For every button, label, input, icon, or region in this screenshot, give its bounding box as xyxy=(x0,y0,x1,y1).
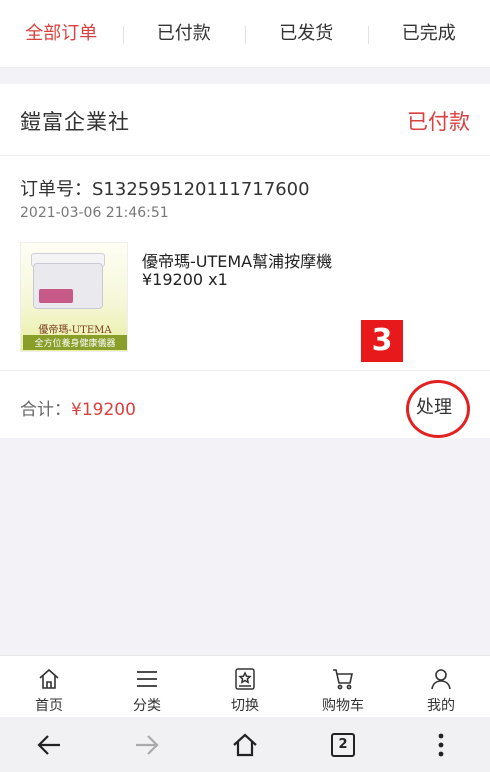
product-price-qty: ¥19200 x1 xyxy=(142,270,228,289)
image-brand-text: 優帝瑪-UTEMA xyxy=(38,325,112,336)
machine-panel xyxy=(39,289,73,303)
product-title[interactable]: 優帝瑪-UTEMA幫浦按摩機 xyxy=(142,248,332,272)
arrow-right-icon xyxy=(136,734,159,755)
menu-icon xyxy=(137,671,157,687)
shop-name[interactable]: 鎧富企業社 xyxy=(20,106,130,136)
tab-all-orders[interactable]: 全部订单 xyxy=(0,0,123,68)
order-number: 订单号：S132595120111717600 xyxy=(20,175,310,201)
tab-shipped[interactable]: 已发货 xyxy=(245,0,368,68)
nav-mine[interactable]: 我的 xyxy=(392,656,490,717)
nav-home-label: 首页 xyxy=(35,698,63,714)
cart-icon xyxy=(333,669,353,690)
order-tabs: 全部订单 已付款 已发货 已完成 xyxy=(0,0,490,68)
annotation-badge: 3 xyxy=(361,320,403,362)
order-time: 2021-03-06 21:46:51 xyxy=(20,205,169,221)
forward-button[interactable] xyxy=(98,731,196,759)
more-vertical-icon xyxy=(438,733,444,756)
total: 合计：¥19200 xyxy=(20,395,136,420)
order-number-value: S132595120111717600 xyxy=(92,179,310,200)
order-card: 鎧富企業社 已付款 订单号：S132595120111717600 2021-0… xyxy=(0,84,490,438)
house-icon xyxy=(233,733,257,756)
order-number-label: 订单号： xyxy=(20,179,92,200)
nav-mine-label: 我的 xyxy=(427,698,455,714)
handle-button[interactable]: 处理 xyxy=(416,393,452,419)
tab-count: 2 xyxy=(331,732,355,757)
back-button[interactable] xyxy=(0,731,98,759)
total-amount: ¥19200 xyxy=(71,400,136,420)
star-box-icon xyxy=(235,668,255,690)
nav-switch[interactable]: 切换 xyxy=(196,656,294,717)
user-icon xyxy=(431,669,451,690)
more-button[interactable] xyxy=(392,731,490,759)
nav-cart-label: 购物车 xyxy=(322,698,364,714)
image-tagline: 全方位養身健康儀器 xyxy=(23,335,127,350)
order-status: 已付款 xyxy=(407,110,470,134)
product-qty: x1 xyxy=(208,270,228,289)
system-nav-bar: 2 xyxy=(0,717,490,772)
bottom-nav: 首页 分类 切换 购物车 我的 xyxy=(0,655,490,717)
home-icon xyxy=(39,668,59,689)
product-image[interactable]: 優帝瑪-UTEMA 全方位養身健康儀器 xyxy=(20,242,128,352)
product-price: ¥19200 xyxy=(142,270,204,289)
nav-category[interactable]: 分类 xyxy=(98,656,196,717)
nav-switch-label: 切换 xyxy=(231,698,259,714)
tabs-button[interactable]: 2 xyxy=(294,732,392,757)
tab-completed[interactable]: 已完成 xyxy=(367,0,490,68)
tab-paid[interactable]: 已付款 xyxy=(122,0,246,68)
arrow-left-icon xyxy=(37,734,60,755)
nav-home[interactable]: 首页 xyxy=(0,656,98,717)
nav-category-label: 分类 xyxy=(133,698,161,714)
shop-header: 鎧富企業社 已付款 xyxy=(0,84,490,156)
total-row: 合计：¥19200 处理 xyxy=(0,370,490,438)
total-label: 合计： xyxy=(20,400,71,420)
home-button[interactable] xyxy=(196,731,294,759)
nav-cart[interactable]: 购物车 xyxy=(294,656,392,717)
